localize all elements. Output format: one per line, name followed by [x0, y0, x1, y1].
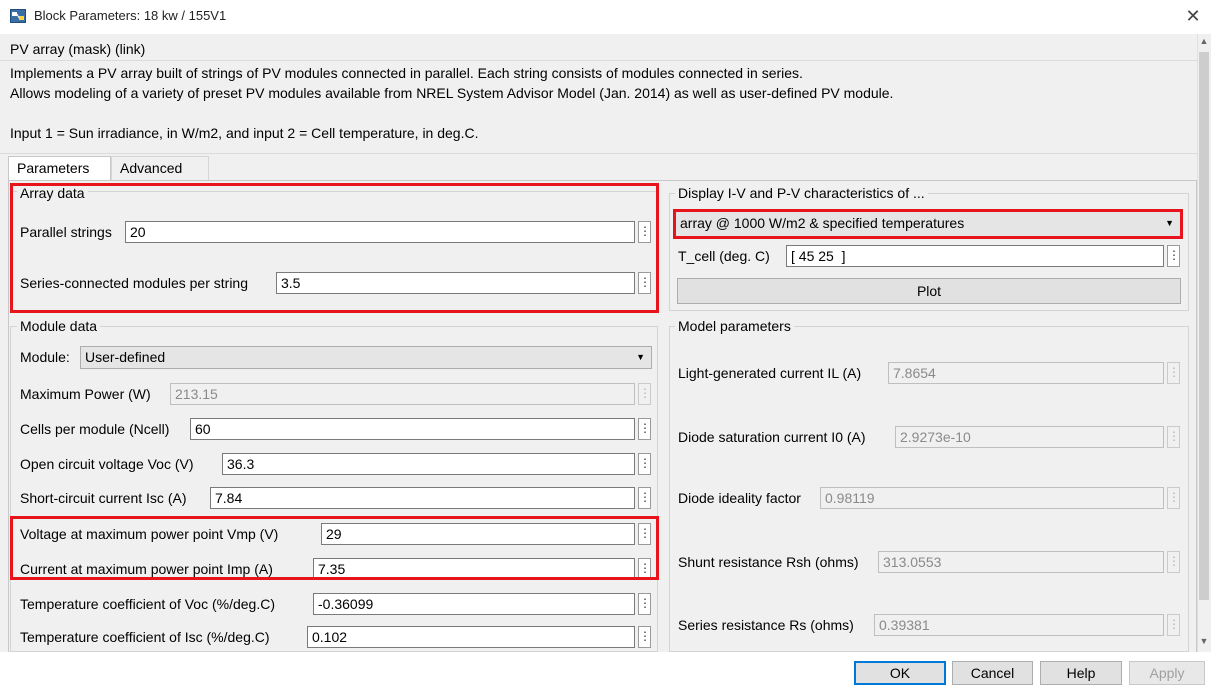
- voc-temp-coef-options-icon[interactable]: ⋮: [638, 593, 651, 615]
- simulink-app-icon: [10, 9, 26, 23]
- voc-input[interactable]: [222, 453, 635, 475]
- tcell-label: T_cell (deg. C): [678, 248, 770, 264]
- plot-button[interactable]: Plot: [677, 278, 1181, 304]
- array-data-highlight: [10, 183, 659, 313]
- max-power-input: [170, 383, 635, 405]
- mask-title: PV array (mask) (link): [10, 41, 146, 57]
- isc-temp-coef-input[interactable]: [307, 626, 635, 648]
- voc-temp-coef-label: Temperature coefficient of Voc (%/deg.C): [20, 596, 275, 612]
- max-power-point-highlight: [10, 516, 659, 580]
- description-line-2: Allows modeling of a variety of preset P…: [10, 85, 894, 101]
- max-power-options-icon: ⋮: [638, 383, 651, 405]
- module-select[interactable]: User-defined ▼: [80, 346, 652, 369]
- voc-label: Open circuit voltage Voc (V): [20, 456, 194, 472]
- rs-input: [874, 614, 1164, 636]
- i0-input: [895, 426, 1164, 448]
- ideality-factor-options-icon: ⋮: [1167, 487, 1180, 509]
- tcell-options-icon[interactable]: ⋮: [1167, 245, 1180, 267]
- il-label: Light-generated current IL (A): [678, 365, 862, 381]
- isc-temp-coef-options-icon[interactable]: ⋮: [638, 626, 651, 648]
- i0-label: Diode saturation current I0 (A): [678, 429, 866, 445]
- cells-per-module-label: Cells per module (Ncell): [20, 421, 170, 437]
- chevron-down-icon: ▼: [636, 352, 645, 362]
- description-line-3: Input 1 = Sun irradiance, in W/m2, and i…: [10, 125, 479, 141]
- ideality-factor-input: [820, 487, 1164, 509]
- cancel-button[interactable]: Cancel: [952, 661, 1033, 685]
- tab-advanced[interactable]: Advanced: [111, 156, 209, 180]
- scrollbar-thumb[interactable]: [1199, 52, 1209, 600]
- apply-button[interactable]: Apply: [1129, 661, 1205, 685]
- il-input: [888, 362, 1164, 384]
- rsh-options-icon: ⋮: [1167, 551, 1180, 573]
- isc-temp-coef-label: Temperature coefficient of Isc (%/deg.C): [20, 629, 270, 645]
- module-label: Module:: [20, 349, 70, 365]
- module-select-value: User-defined: [85, 349, 166, 365]
- max-power-label: Maximum Power (W): [20, 386, 151, 402]
- ideality-factor-label: Diode ideality factor: [678, 490, 801, 506]
- scroll-up-arrow-icon[interactable]: ▲: [1197, 36, 1211, 48]
- isc-options-icon[interactable]: ⋮: [638, 487, 651, 509]
- voc-options-icon[interactable]: ⋮: [638, 453, 651, 475]
- help-button[interactable]: Help: [1040, 661, 1122, 685]
- isc-input[interactable]: [210, 487, 635, 509]
- tcell-input[interactable]: [786, 245, 1164, 267]
- window-title: Block Parameters: 18 kw / 155V1: [34, 8, 227, 23]
- voc-temp-coef-input[interactable]: [313, 593, 635, 615]
- model-parameters-title: Model parameters: [675, 318, 794, 334]
- scroll-down-arrow-icon[interactable]: ▼: [1197, 636, 1211, 648]
- rsh-label: Shunt resistance Rsh (ohms): [678, 554, 859, 570]
- cells-per-module-input[interactable]: [190, 418, 635, 440]
- isc-label: Short-circuit current Isc (A): [20, 490, 187, 506]
- description-line-1: Implements a PV array built of strings o…: [10, 65, 803, 81]
- display-title: Display I-V and P-V characteristics of .…: [675, 185, 928, 201]
- i0-options-icon: ⋮: [1167, 426, 1180, 448]
- rs-label: Series resistance Rs (ohms): [678, 617, 854, 633]
- tab-parameters[interactable]: Parameters: [8, 156, 111, 180]
- cells-per-module-options-icon[interactable]: ⋮: [638, 418, 651, 440]
- ok-button[interactable]: OK: [854, 661, 946, 685]
- il-options-icon: ⋮: [1167, 362, 1180, 384]
- display-select-highlight: [673, 209, 1183, 239]
- rsh-input: [878, 551, 1164, 573]
- module-data-title: Module data: [17, 318, 101, 334]
- close-icon[interactable]: ✕: [1183, 6, 1203, 27]
- rs-options-icon: ⋮: [1167, 614, 1180, 636]
